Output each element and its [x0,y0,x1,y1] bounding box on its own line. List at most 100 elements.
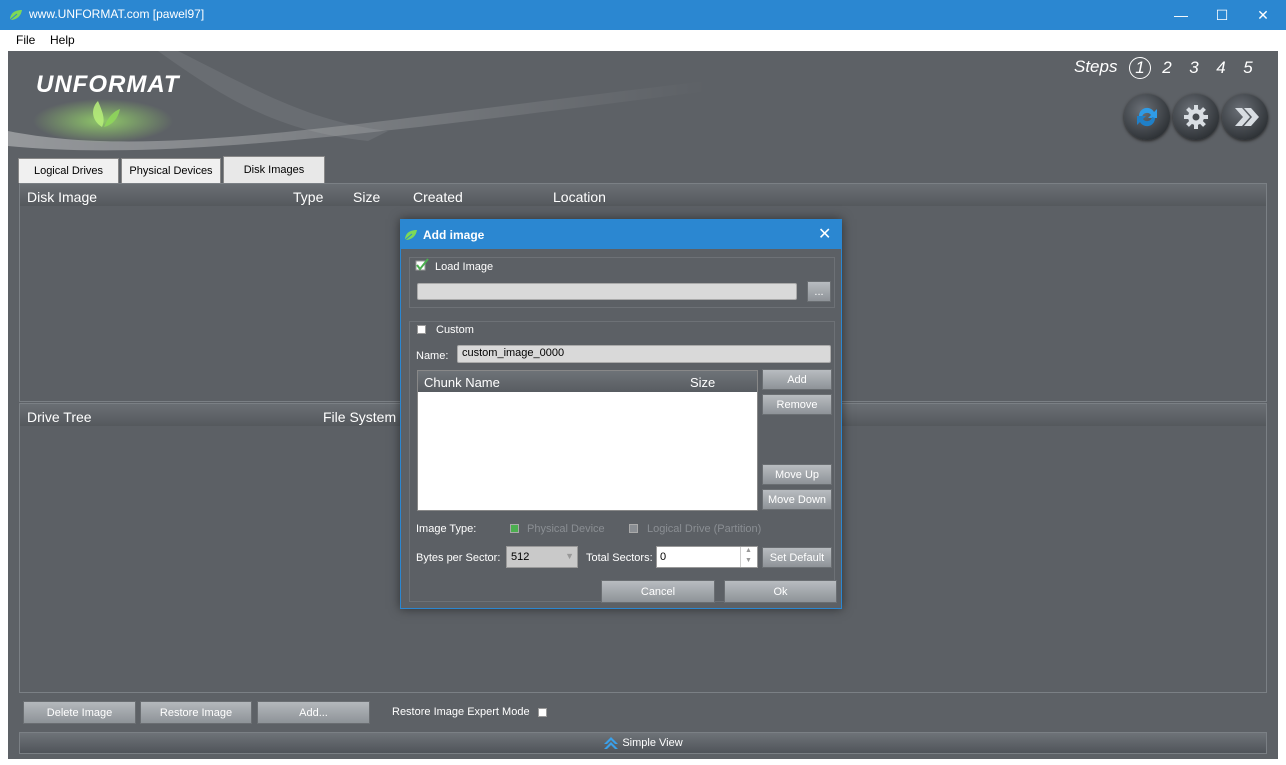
chunk-list[interactable]: Chunk Name Size [417,370,758,511]
title-bar: www.UNFORMAT.com [pawel97] — ☐ ✕ [0,0,1286,30]
close-button[interactable]: ✕ [1240,0,1286,30]
next-button[interactable] [1222,94,1268,140]
window-border-bottom [0,759,1286,765]
step-4[interactable]: 4 [1210,57,1232,79]
settings-icon [1184,105,1208,129]
total-sectors-input[interactable]: 0 ▲ ▼ [656,546,758,568]
tab-label: Logical Drives [33,165,104,177]
window-title: www.UNFORMAT.com [pawel97] [29,7,205,21]
bytes-per-sector-select[interactable]: 512 ▼ [506,546,578,568]
expert-mode-label: Restore Image Expert Mode [392,706,530,718]
chunk-remove-label: Remove [776,398,818,411]
logo: UNFORMAT [36,71,180,98]
image-path-input[interactable] [417,283,797,300]
browse-label: ... [814,285,824,298]
simple-view-icon [604,737,619,749]
image-type-logical-radio[interactable] [629,524,638,533]
custom-label: Custom [436,324,474,336]
image-type-logical-label: Logical Drive (Partition) [647,523,762,535]
image-type-label: Image Type: [416,523,477,535]
name-input[interactable]: custom_image_0000 [457,345,831,363]
chunk-move-down-button[interactable]: Move Down [762,489,832,510]
image-type-physical-label: Physical Device [527,523,605,535]
bytes-per-sector-value: 512 [511,551,530,563]
tab-logical-drives[interactable]: Logical Drives [18,158,119,183]
maximize-icon: ☐ [1215,6,1229,23]
dialog-leaf-icon [404,230,417,241]
step-1[interactable]: 1 [1129,57,1151,79]
image-type-physical-radio[interactable] [510,524,519,533]
window-border-right [1278,51,1286,765]
col-size[interactable]: Size [353,189,380,205]
load-image-label: Load Image [435,261,494,273]
next-icon [1235,108,1259,126]
dialog-title-bar: Add image ✕ [401,220,841,249]
window-border-left [0,51,8,765]
tab-physical-devices[interactable]: Physical Devices [121,158,221,183]
disk-images-header: Disk Image Type Size Created Location [20,184,1266,206]
delete-image-button[interactable]: Delete Image [23,701,136,724]
menu-bar: File Help [0,30,1286,51]
settings-button[interactable] [1173,94,1219,140]
custom-checkbox[interactable] [417,325,426,334]
col-type[interactable]: Type [293,189,323,205]
chunk-move-down-label: Move Down [767,493,827,506]
chunk-move-up-button[interactable]: Move Up [762,464,832,485]
load-image-checkbox[interactable] [415,258,429,272]
app-leaf-icon [9,10,22,21]
logo-leaf-icon [93,101,120,127]
close-icon: ✕ [1257,6,1269,23]
chevron-down-icon: ▼ [565,551,574,561]
simple-view-bar[interactable]: Simple View [19,732,1267,754]
chunk-add-label: Add [787,373,807,386]
restore-image-button[interactable]: Restore Image [140,701,252,724]
simple-view-label: Simple View [622,737,683,749]
add-image-label: Add... [299,706,328,719]
steps-label: Steps [1074,57,1118,76]
step-2[interactable]: 2 [1156,57,1178,79]
cancel-label: Cancel [640,585,676,598]
restore-image-label: Restore Image [159,706,233,719]
tab-disk-images[interactable]: Disk Images [223,156,325,183]
menu-file[interactable]: File [16,33,35,47]
minimize-icon: — [1174,7,1188,23]
add-image-dialog: Add image ✕ Load Image ... Custom Name: … [400,219,842,609]
set-default-button[interactable]: Set Default [762,547,832,568]
refresh-button[interactable] [1124,94,1170,140]
spin-up-icon[interactable]: ▲ [740,547,756,557]
chunk-list-header: Chunk Name Size [418,371,757,392]
refresh-icon [1137,107,1157,127]
dialog-close-icon[interactable]: ✕ [818,224,831,244]
expert-mode-checkbox[interactable] [538,708,547,717]
delete-image-label: Delete Image [46,706,113,719]
tab-label: Disk Images [243,164,305,176]
chunk-remove-button[interactable]: Remove [762,394,832,415]
bytes-per-sector-label: Bytes per Sector: [416,552,501,564]
spin-down-icon[interactable]: ▼ [740,557,756,567]
set-default-label: Set Default [769,551,825,564]
col-disk-image[interactable]: Disk Image [27,189,97,205]
menu-help[interactable]: Help [50,33,75,47]
col-created[interactable]: Created [413,189,463,205]
total-sectors-label: Total Sectors: [586,552,653,564]
name-label: Name: [416,350,449,362]
col-drive-tree[interactable]: Drive Tree [27,409,92,425]
browse-button[interactable]: ... [807,281,831,302]
dialog-title: Add image [423,228,485,242]
step-3[interactable]: 3 [1183,57,1205,79]
col-chunk-name[interactable]: Chunk Name [424,375,500,390]
col-chunk-size[interactable]: Size [690,375,715,390]
chunk-add-button[interactable]: Add [762,369,832,390]
cancel-button[interactable]: Cancel [601,580,715,603]
col-location[interactable]: Location [553,189,606,205]
minimize-button[interactable]: — [1158,0,1204,30]
add-image-button[interactable]: Add... [257,701,370,724]
chunk-move-up-label: Move Up [774,468,820,481]
total-sectors-value: 0 [660,551,667,563]
maximize-button[interactable]: ☐ [1199,0,1245,30]
ok-label: Ok [773,585,788,598]
col-file-system[interactable]: File System [323,409,396,425]
step-5[interactable]: 5 [1237,57,1259,79]
tab-label: Physical Devices [129,165,213,177]
ok-button[interactable]: Ok [724,580,837,603]
